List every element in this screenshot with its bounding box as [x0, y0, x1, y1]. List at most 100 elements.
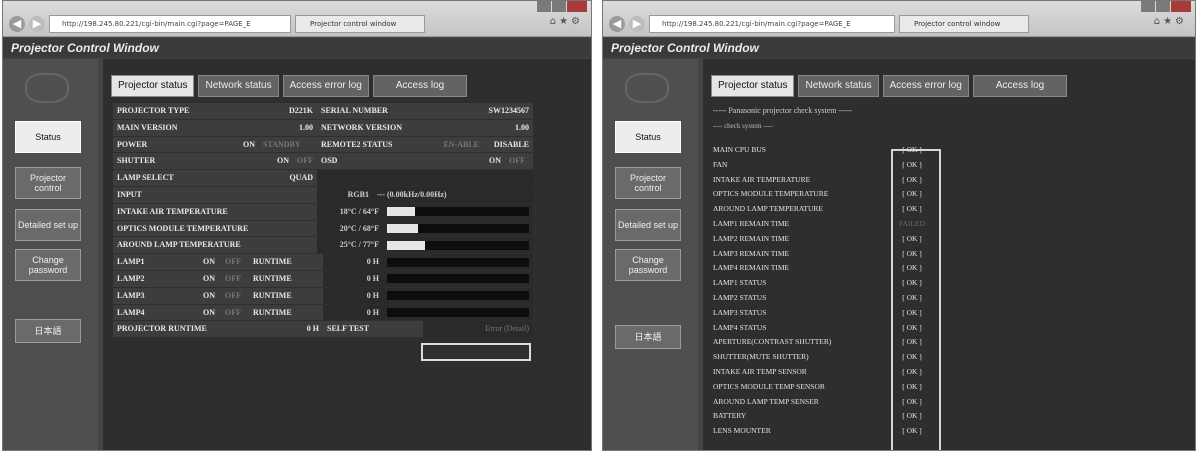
sidebar-item-detailed-setup[interactable]: Detailed set up [615, 209, 681, 241]
lamp-runtime-label: RUNTIME [249, 270, 323, 287]
sidebar-item-language[interactable]: 日本語 [615, 325, 681, 349]
check-item-name: BATTERY [713, 411, 747, 421]
highlight-box [891, 149, 941, 450]
table-row: LAMP1 ON OFF RUNTIME 0 H [113, 254, 533, 270]
self-test-link[interactable]: Error (Detail) [423, 321, 533, 338]
serial-number-label: SERIAL NUMBER [317, 103, 467, 119]
table-row: LAMP SELECT QUAD [113, 170, 533, 186]
browser-chrome: ◀ ▶ http://198.245.80.221/cgi-bin/main.c… [603, 1, 1195, 37]
check-item-name: FAN [713, 159, 728, 169]
lamp-runtime-value: 0 H [323, 304, 383, 321]
list-item: LAMP2 STATUS[ OK ] [713, 291, 1193, 306]
tab-projector-status[interactable]: Projector status [711, 75, 795, 97]
bar-fill [387, 223, 419, 233]
table-row: POWER ON STANDBY REMOTE2 STATUS EN-ABLE … [113, 136, 533, 153]
bar-fill [387, 207, 416, 217]
power-label: POWER [113, 136, 233, 153]
back-icon[interactable]: ◀ [609, 16, 625, 32]
check-system-panel: ----- Panasonic projector check system -… [713, 103, 1193, 439]
toolbar-icons[interactable]: ⌂★⚙ [550, 16, 583, 27]
table-row: INPUT RGB1 --- (0.00kHz/0.00Hz) [113, 186, 533, 203]
check-item-name: LAMP3 STATUS [713, 307, 767, 317]
maximize-icon[interactable] [1156, 1, 1170, 12]
sidebar-item-status[interactable]: Status [15, 121, 81, 153]
main-content: Projector status Network status Access e… [103, 59, 591, 450]
tab-network-status[interactable]: Network status [798, 75, 879, 97]
projector-type-value: D221K [253, 103, 317, 119]
tab-network-status[interactable]: Network status [198, 75, 279, 97]
bar-track [387, 257, 529, 267]
lamp-off: OFF [221, 287, 249, 304]
browser-tab[interactable]: Projector control window [295, 15, 425, 33]
sidebar: Status Projector control Detailed set up… [3, 59, 98, 450]
lamp-runtime-label: RUNTIME [249, 254, 323, 270]
minimize-icon[interactable] [537, 1, 551, 12]
lamp-label: LAMP3 [113, 287, 199, 304]
forward-icon[interactable]: ▶ [629, 16, 645, 32]
tab-access-error-log[interactable]: Access error log [882, 75, 969, 97]
lamp-bar [383, 254, 533, 270]
app-title: Projector Control Window [3, 38, 591, 58]
list-item: BATTERY[ OK ] [713, 409, 1193, 424]
bar-fill [387, 240, 426, 250]
table-row: INTAKE AIR TEMPERATURE 18°C / 64°F [113, 203, 533, 220]
bar-track [387, 307, 529, 317]
tab-projector-status[interactable]: Projector status [111, 75, 195, 97]
lamp-on: ON [199, 270, 221, 287]
close-icon[interactable] [567, 1, 587, 12]
sidebar-item-change-password[interactable]: Change password [15, 249, 81, 281]
list-item: LAMP3 STATUS[ OK ] [713, 306, 1193, 321]
bar-track [387, 274, 529, 284]
table-row: SHUTTER ON OFF OSD ON OFF [113, 153, 533, 170]
table-row: PROJECTOR TYPE D221K SERIAL NUMBER SW123… [113, 103, 533, 119]
tab-access-log[interactable]: Access log [972, 75, 1068, 97]
list-item: INTAKE AIR TEMP SENSOR[ OK ] [713, 365, 1193, 380]
temperature-value: 20°C / 68°F [317, 220, 383, 237]
forward-icon[interactable]: ▶ [29, 16, 45, 32]
list-item: LAMP1 REMAIN TIME FAILED [713, 217, 1193, 232]
window-controls [1140, 1, 1191, 13]
sidebar-item-projector-control[interactable]: Projector control [15, 167, 81, 199]
list-item: AROUND LAMP TEMP SENSER[ OK ] [713, 395, 1193, 410]
sidebar-item-status[interactable]: Status [615, 121, 681, 153]
lamp-on: ON [199, 254, 221, 270]
back-icon[interactable]: ◀ [9, 16, 25, 32]
tab-access-log[interactable]: Access log [372, 75, 468, 97]
minimize-icon[interactable] [1141, 1, 1155, 12]
sidebar-item-change-password[interactable]: Change password [615, 249, 681, 281]
shutter-off: OFF [293, 153, 317, 170]
lamp-runtime-value: 0 H [323, 287, 383, 304]
lamp-label: LAMP2 [113, 270, 199, 287]
list-item: LENS MOUNTER[ OK ] [713, 424, 1193, 439]
close-icon[interactable] [1171, 1, 1191, 12]
tab-access-error-log[interactable]: Access error log [282, 75, 369, 97]
app-title: Projector Control Window [603, 38, 1195, 58]
lamp-bar [383, 270, 533, 287]
check-item-name: INTAKE AIR TEMP SENSOR [713, 366, 807, 376]
address-bar[interactable]: http://198.245.80.221/cgi-bin/main.cgi?p… [649, 15, 895, 33]
remote2-enable: EN-ABLE [421, 136, 483, 153]
browser-tab[interactable]: Projector control window [899, 15, 1029, 33]
list-item: LAMP4 REMAIN TIME[ OK ] [713, 261, 1193, 276]
temperature-label: INTAKE AIR TEMPERATURE [113, 203, 317, 220]
lamp-bar [383, 304, 533, 321]
check-item-name: LAMP4 STATUS [713, 322, 767, 332]
sidebar-item-detailed-setup[interactable]: Detailed set up [15, 209, 81, 241]
logo-icon [25, 73, 69, 103]
check-item-name: LAMP2 STATUS [713, 292, 767, 302]
network-version-label: NETWORK VERSION [317, 119, 467, 136]
sidebar-item-projector-control[interactable]: Projector control [615, 167, 681, 199]
sidebar-item-language[interactable]: 日本語 [15, 319, 81, 343]
table-row: LAMP4 ON OFF RUNTIME 0 H [113, 304, 533, 321]
check-item-name: MAIN CPU BUS [713, 145, 766, 154]
projector-type-label: PROJECTOR TYPE [113, 103, 253, 119]
toolbar-icons[interactable]: ⌂★⚙ [1154, 16, 1187, 27]
address-bar[interactable]: http://198.245.80.221/cgi-bin/main.cgi?p… [49, 15, 291, 33]
lamp-bar [383, 287, 533, 304]
maximize-icon[interactable] [552, 1, 566, 12]
table-row: OPTICS MODULE TEMPERATURE 20°C / 68°F [113, 220, 533, 237]
temperature-bar [383, 203, 533, 220]
bar-track [387, 223, 529, 233]
check-item-name: LENS MOUNTER [713, 426, 771, 436]
table-row: LAMP3 ON OFF RUNTIME 0 H [113, 287, 533, 304]
